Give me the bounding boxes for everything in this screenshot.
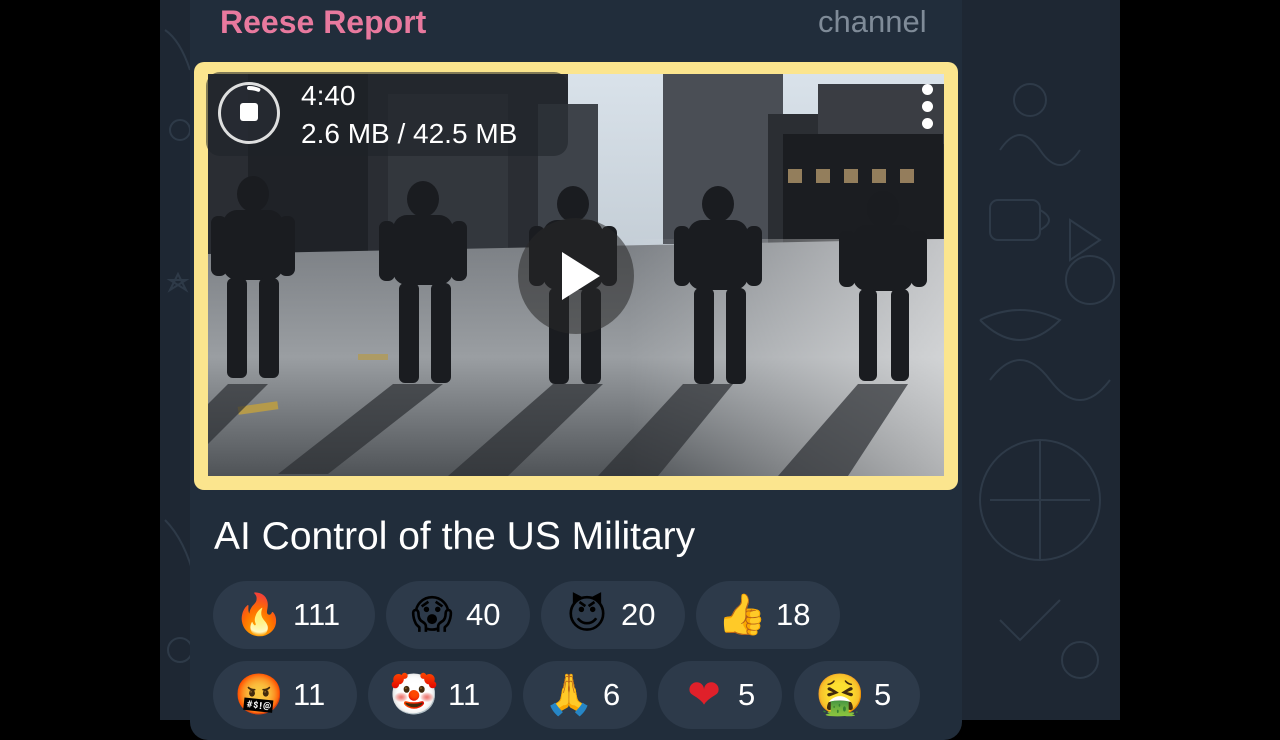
thumbs-up-emoji: 👍 xyxy=(717,592,767,638)
reaction-chip[interactable]: 😱 40 xyxy=(386,581,530,649)
reaction-count: 20 xyxy=(621,597,656,632)
folded-hands-emoji: 🙏 xyxy=(544,672,594,718)
reaction-count: 18 xyxy=(776,597,811,632)
reaction-chip[interactable]: 🤮 5 xyxy=(794,661,920,729)
cursing-face-emoji: 🤬 xyxy=(234,672,284,718)
reaction-count: 5 xyxy=(874,677,892,712)
post-caption: AI Control of the US Military xyxy=(214,515,696,558)
reaction-chip[interactable]: 🔥 111 xyxy=(213,581,375,649)
clown-face-emoji: 🤡 xyxy=(389,672,439,718)
reaction-chip[interactable]: 🤬 11 xyxy=(213,661,357,729)
reaction-chip[interactable]: ❤ 5 xyxy=(658,661,782,729)
reaction-count: 11 xyxy=(293,677,326,712)
more-options-icon[interactable] xyxy=(916,82,940,132)
screaming-face-emoji: 😱 xyxy=(411,592,453,638)
download-progress-text: 2.6 MB / 42.5 MB xyxy=(301,118,518,149)
reaction-count: 6 xyxy=(603,677,621,712)
vomiting-face-emoji: 🤮 xyxy=(815,672,865,718)
channel-name[interactable]: Reese Report xyxy=(220,2,426,42)
background-doodles xyxy=(979,83,1115,679)
letterbox-left xyxy=(0,0,160,720)
reaction-chip[interactable]: 😈 20 xyxy=(541,581,685,649)
smiling-devil-emoji: 😈 xyxy=(566,592,608,638)
reaction-chip[interactable]: 🤡 11 xyxy=(368,661,512,729)
reaction-count: 111 xyxy=(293,597,341,632)
reaction-count: 40 xyxy=(466,597,501,632)
letterbox-right xyxy=(1120,0,1280,720)
red-heart-emoji: ❤ xyxy=(687,672,721,718)
download-progress-arc xyxy=(247,86,261,92)
video-duration: 4:40 xyxy=(301,80,356,111)
reaction-chip[interactable]: 👍 18 xyxy=(696,581,840,649)
download-cancel-button[interactable] xyxy=(218,82,280,144)
play-icon xyxy=(562,252,600,300)
reaction-chip[interactable]: 🙏 6 xyxy=(523,661,647,729)
fire-emoji: 🔥 xyxy=(234,592,284,638)
reaction-count: 5 xyxy=(738,677,756,712)
play-button[interactable] xyxy=(518,218,634,334)
reaction-count: 11 xyxy=(448,677,481,712)
channel-tag: channel xyxy=(818,4,927,39)
